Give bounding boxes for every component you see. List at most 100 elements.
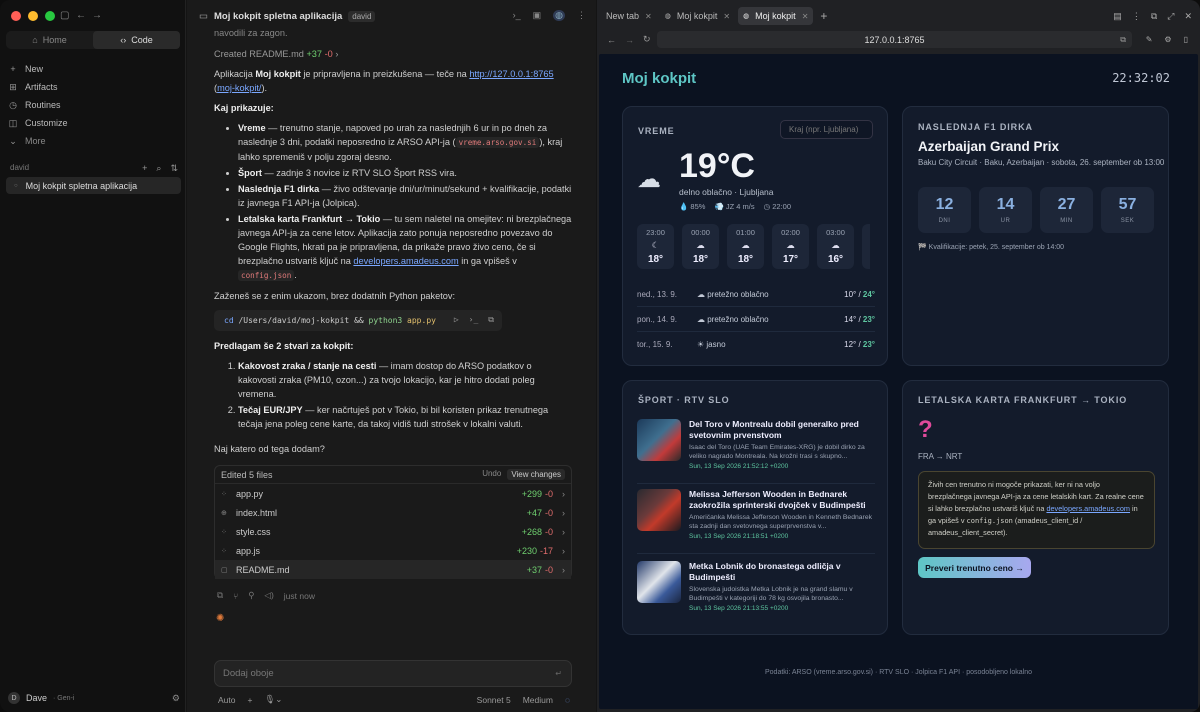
mode-selector[interactable]: Auto xyxy=(218,695,236,705)
countdown-days: 12 DNI xyxy=(918,187,971,233)
code-tab[interactable]: ‹› Code xyxy=(93,31,180,49)
popout-icon[interactable]: ⧉ xyxy=(1151,11,1157,22)
close-window-button[interactable] xyxy=(11,11,21,21)
mic-icon[interactable]: 🎙⌄ xyxy=(264,694,282,705)
news-item[interactable]: Del Toro v Montrealu dobil generalko pre… xyxy=(637,419,875,479)
news-item[interactable]: Metka Lobnik do bronastega odličja v Bud… xyxy=(637,561,875,621)
question-line: Naj katero od tega dodam? xyxy=(214,444,325,454)
city-input[interactable]: Kraj (npr. Ljubljana) xyxy=(780,120,873,139)
avatar: D xyxy=(8,692,20,704)
view-changes-button[interactable]: View changes xyxy=(507,469,565,480)
globe-icon: ◍ xyxy=(664,13,671,20)
file-row[interactable]: ▢ README.md +37 -0 › xyxy=(215,560,571,579)
command-block: cd /Users/david/moj-kokpit && python3 ap… xyxy=(214,310,502,331)
new-tab-icon[interactable]: + xyxy=(820,9,827,23)
send-icon[interactable]: ↵ xyxy=(555,669,562,678)
effort-selector[interactable]: Medium xyxy=(523,695,553,705)
day-row: ned., 13. 9. ☁ pretežno oblačno 10° / 24° xyxy=(637,282,875,307)
day-row: tor., 15. 9. ☀ jasno 12° / 23° xyxy=(637,340,875,349)
f1-title: NASLEDNJA F1 DIRKA xyxy=(918,122,1033,132)
edit-icon[interactable]: ✎ xyxy=(1146,35,1153,44)
model-selector[interactable]: Sonnet 5 xyxy=(477,695,511,705)
close-icon[interactable]: ✕ xyxy=(1184,11,1192,22)
search-icon[interactable]: ⌕ xyxy=(156,163,161,174)
close-icon[interactable]: ✕ xyxy=(645,12,652,21)
back-icon[interactable]: ← xyxy=(76,10,86,21)
route-text: FRA → NRT xyxy=(918,452,963,461)
expand-icon[interactable]: ⤢ xyxy=(1167,11,1174,22)
preview-icon[interactable]: ▣ xyxy=(533,10,542,21)
sport-card: ŠPORT · RTV SLO Del Toro v Montrealu dob… xyxy=(622,380,888,635)
copy-icon[interactable]: ⧉ xyxy=(217,590,223,601)
back-icon[interactable]: ← xyxy=(607,35,616,45)
intro-paragraph: Aplikacija Moj kokpit je pripravljena in… xyxy=(214,69,554,93)
open-external-icon[interactable]: ⧉ xyxy=(1120,35,1126,45)
news-item[interactable]: Melissa Jefferson Wooden in Bednarek zao… xyxy=(637,489,875,549)
daily-forecast: ned., 13. 9. ☁ pretežno oblačno 10° / 24° … xyxy=(637,282,875,357)
terminal-icon[interactable]: ›_ xyxy=(513,10,521,21)
amadeus-link[interactable]: developers.amadeus.com xyxy=(353,256,458,266)
chevron-right-icon[interactable]: › xyxy=(335,49,338,59)
current-temp: 19°C xyxy=(679,147,755,185)
copy-icon[interactable]: ⧉ xyxy=(488,315,494,325)
home-tab[interactable]: ⌂ Home xyxy=(6,31,93,49)
moon-icon: ☾ xyxy=(651,240,660,250)
file-row[interactable]: ⁘ app.py +299 -0 › xyxy=(215,484,571,503)
folder-link[interactable]: moj-kokpit/ xyxy=(217,83,261,93)
amadeus-link[interactable]: developers.amadeus.com xyxy=(1046,504,1130,513)
close-icon[interactable]: ✕ xyxy=(802,12,809,21)
speaker-icon[interactable]: ◁) xyxy=(264,590,273,601)
undo-button[interactable]: Undo xyxy=(482,469,501,480)
app-window: ▢ ← → ⌂ Home ‹› Code + New ⊞ Artifacts ◷ Rout… xyxy=(0,0,1200,712)
tab-new[interactable]: New tab ✕ xyxy=(601,7,657,25)
file-row[interactable]: ⁘ style.css +268 -0 › xyxy=(215,522,571,541)
sidebar-chat-item[interactable]: ○ Moj kokpit spletna aplikacija xyxy=(6,177,181,194)
project-tag: david xyxy=(348,10,376,22)
settings-icon[interactable]: ⚙ xyxy=(172,693,180,704)
more-icon[interactable]: ⋮ xyxy=(577,10,586,21)
address-bar[interactable]: 127.0.0.1:8765 ⧉ xyxy=(657,31,1132,48)
settings-icon[interactable]: ⚙ xyxy=(1164,35,1171,44)
forward-icon[interactable]: → xyxy=(625,35,634,45)
maximize-window-button[interactable] xyxy=(45,11,55,21)
minimize-window-button[interactable] xyxy=(28,11,38,21)
countdown-minutes: 27 MIN xyxy=(1040,187,1093,233)
filter-icon[interactable]: ⇅ xyxy=(170,163,178,174)
chevron-right-icon: › xyxy=(562,488,565,499)
nav-artifacts[interactable]: ⊞ Artifacts xyxy=(8,78,178,96)
close-icon[interactable]: ✕ xyxy=(723,12,730,21)
reload-icon[interactable]: ↻ xyxy=(643,34,651,45)
nav-customize[interactable]: ◫ Customize xyxy=(8,114,178,132)
page-footer: Podatki: ARSO (vreme.arso.gov.si) · RTV … xyxy=(764,669,1033,676)
check-price-button[interactable]: Preveri trenutno ceno → xyxy=(918,557,1031,578)
more-icon[interactable]: ⋮ xyxy=(1132,11,1141,22)
trash-icon[interactable]: ▯ xyxy=(1184,35,1188,44)
pin-icon[interactable]: ⚲ xyxy=(248,590,254,601)
file-row[interactable]: ⊕ index.html +47 -0 › xyxy=(215,503,571,522)
plus-icon[interactable]: + xyxy=(248,695,253,705)
weather-card: VREME Kraj (npr. Ljubljana) ☁ 19°C delno… xyxy=(622,106,888,366)
nav-more[interactable]: ⌄ More xyxy=(8,132,178,150)
forward-icon[interactable]: → xyxy=(92,10,102,21)
tab-kokpit-2[interactable]: ◍ Moj kokpit ✕ xyxy=(738,7,814,25)
localhost-link[interactable]: http://127.0.0.1:8765 xyxy=(469,69,553,79)
tab-kokpit-1[interactable]: ◍ Moj kokpit ✕ xyxy=(660,7,735,25)
panel-icon[interactable]: ▤ xyxy=(1113,11,1122,22)
code-icon: ‹› xyxy=(120,35,127,45)
message-input[interactable]: Dodaj oboje ↵ xyxy=(214,660,572,687)
branch-icon[interactable]: ⑂ xyxy=(233,591,238,601)
run-icon[interactable]: ▷ xyxy=(454,315,459,325)
nav-new[interactable]: + New xyxy=(8,60,178,78)
file-row[interactable]: ⁘ app.js +230 -17 › xyxy=(215,541,571,560)
html-file-icon: ⊕ xyxy=(221,509,227,517)
hour-item-partial xyxy=(862,224,870,269)
user-profile[interactable]: D Dave · Gen-i ⚙ xyxy=(8,692,180,704)
page-title: Moj kokpit xyxy=(622,70,697,87)
list-item: Vreme — trenutno stanje, napoved po urah… xyxy=(238,121,572,164)
add-icon[interactable]: + xyxy=(142,163,147,174)
sidebar-toggle-icon[interactable]: ▢ xyxy=(60,10,69,21)
nav-routines[interactable]: ◷ Routines xyxy=(8,96,178,114)
globe-icon[interactable]: ◍ xyxy=(553,10,565,21)
terminal-icon[interactable]: ›_ xyxy=(469,315,479,325)
sport-title: ŠPORT · RTV SLO xyxy=(638,395,730,405)
